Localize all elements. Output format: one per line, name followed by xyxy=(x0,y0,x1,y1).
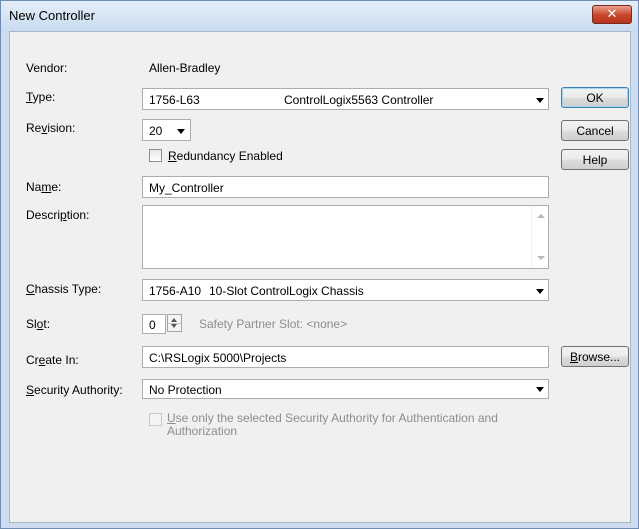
safety-partner-slot-label: Safety Partner Slot: <none> xyxy=(199,317,348,331)
ok-button[interactable]: OK xyxy=(561,87,629,108)
use-only-label-line1: se only the selected Security Authority … xyxy=(175,411,498,425)
description-label: Description: xyxy=(26,208,89,222)
use-only-security-authority-checkbox[interactable] xyxy=(149,413,162,426)
use-only-label-accel: U xyxy=(167,411,176,425)
redundancy-label-accel: R xyxy=(168,149,177,163)
description-textarea[interactable] xyxy=(142,205,549,269)
slot-spinner[interactable] xyxy=(167,314,182,332)
use-only-label-line2: Authorization xyxy=(167,424,238,438)
window-title: New Controller xyxy=(9,8,95,23)
redundancy-checkbox[interactable] xyxy=(149,149,162,162)
slot-label-suffix: t: xyxy=(43,317,51,331)
chassis-type-select[interactable]: 1756-A10 10-Slot ControlLogix Chassis xyxy=(142,279,549,301)
chassis-description: 10-Slot ControlLogix Chassis xyxy=(209,284,364,298)
security-authority-value: No Protection xyxy=(149,383,222,397)
name-value: My_Controller xyxy=(149,181,224,195)
slot-input[interactable]: 0 xyxy=(142,314,166,334)
type-description: ControlLogix5563 Controller xyxy=(284,93,434,107)
slot-label: Slot: xyxy=(26,317,50,331)
revision-label-suffix: ision: xyxy=(47,121,76,135)
security-authority-label: Security Authority: xyxy=(26,383,123,397)
create-in-label: Create In: xyxy=(26,353,79,367)
chevron-down-icon xyxy=(536,98,544,103)
title-bar[interactable]: New Controller ✕ xyxy=(1,1,638,31)
spin-down-icon[interactable] xyxy=(171,324,177,328)
name-label-suffix: e: xyxy=(51,180,62,194)
type-select[interactable]: 1756-L63 ControlLogix5563 Controller xyxy=(142,88,549,110)
description-label-accel: p xyxy=(60,208,67,222)
type-label: Type: xyxy=(26,90,55,104)
description-label-suffix: tion: xyxy=(66,208,90,222)
scroll-down-icon[interactable] xyxy=(537,256,545,260)
cancel-button[interactable]: Cancel xyxy=(561,120,629,141)
security-authority-select[interactable]: No Protection xyxy=(142,379,549,399)
name-label: Name: xyxy=(26,180,61,194)
browse-label-accel: B xyxy=(569,349,578,364)
description-label-prefix: Descri xyxy=(26,208,61,222)
revision-value: 20 xyxy=(149,124,163,138)
chassis-label-suffix: hassis Type: xyxy=(34,282,102,296)
type-code: 1756-L63 xyxy=(149,93,200,107)
browse-label-suffix: rowse... xyxy=(578,349,621,364)
chevron-down-icon xyxy=(536,387,544,392)
security-label-suffix: ecurity Authority: xyxy=(34,383,123,397)
redundancy-label-suffix: edundancy Enabled xyxy=(176,149,283,163)
help-button[interactable]: Help xyxy=(561,149,629,170)
scroll-up-icon[interactable] xyxy=(537,214,545,218)
slot-value: 0 xyxy=(149,318,156,332)
name-label-accel: m xyxy=(41,180,52,194)
chassis-code: 1756-A10 xyxy=(149,284,202,298)
browse-button[interactable]: Browse... xyxy=(561,346,629,367)
chevron-down-icon xyxy=(536,289,544,294)
create-in-label-suffix: ate In: xyxy=(45,353,79,367)
revision-label-prefix: Re xyxy=(26,121,42,135)
use-only-security-authority-label: Use only the selected Security Authority… xyxy=(167,412,498,438)
name-label-prefix: Na xyxy=(26,180,42,194)
chevron-down-icon xyxy=(177,129,185,134)
create-in-value: C:\RSLogix 5000\Projects xyxy=(149,351,287,365)
name-input[interactable]: My_Controller xyxy=(142,176,549,198)
description-scrollbar[interactable] xyxy=(531,206,548,268)
security-label-accel: S xyxy=(26,383,35,397)
spin-up-icon[interactable] xyxy=(171,318,177,322)
close-icon: ✕ xyxy=(606,7,618,22)
vendor-label: Vendor: xyxy=(26,61,68,75)
create-in-input[interactable]: C:\RSLogix 5000\Projects xyxy=(142,346,549,368)
slot-label-prefix: Sl xyxy=(26,317,37,331)
revision-select[interactable]: 20 xyxy=(142,119,191,141)
create-in-label-prefix: Cr xyxy=(26,353,39,367)
chassis-label-accel: C xyxy=(26,282,35,296)
dialog-body: Vendor: Allen-Bradley Type: 1756-L63 Con… xyxy=(9,31,631,523)
new-controller-dialog: New Controller ✕ Vendor: Allen-Bradley T… xyxy=(0,0,639,529)
chassis-type-label: Chassis Type: xyxy=(26,282,101,296)
close-button[interactable]: ✕ xyxy=(592,5,632,24)
redundancy-label[interactable]: Redundancy Enabled xyxy=(168,149,283,163)
vendor-value: Allen-Bradley xyxy=(149,61,221,75)
type-label-accel: T xyxy=(26,90,33,104)
type-label-suffix: ype: xyxy=(32,90,56,104)
revision-label: Revision: xyxy=(26,121,75,135)
